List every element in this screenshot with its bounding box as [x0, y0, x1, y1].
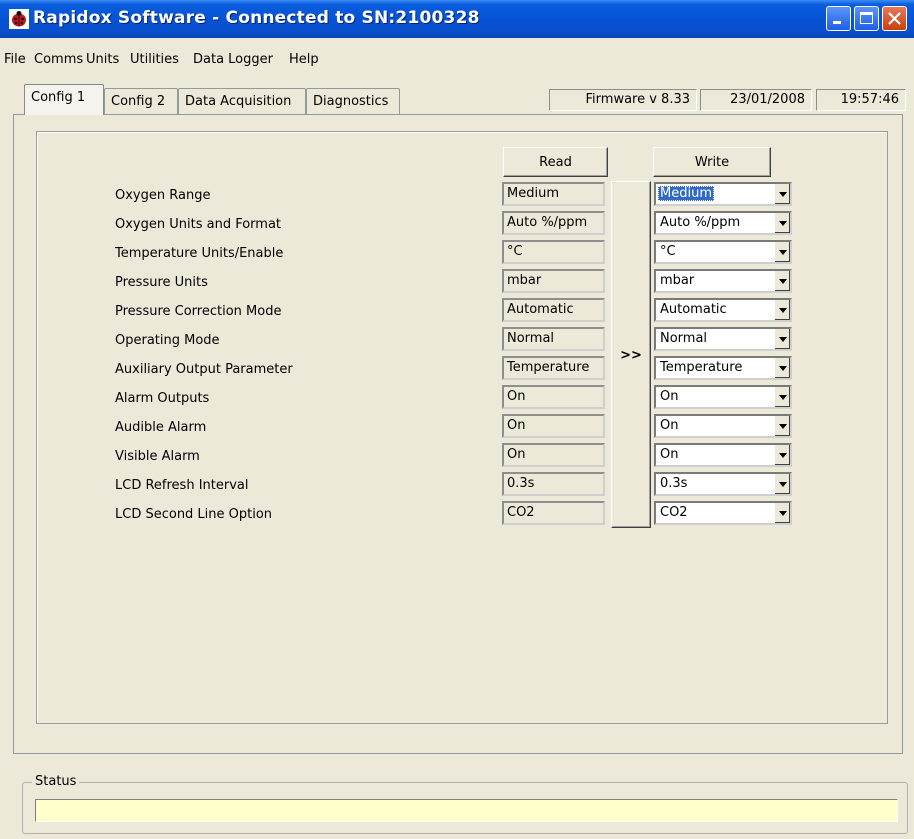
combo-value: °C	[660, 244, 676, 259]
combo-value: Temperature	[660, 360, 743, 375]
write-operating-mode-select[interactable]: Normal	[654, 327, 792, 351]
label-visible-alarm: Visible Alarm	[115, 449, 200, 464]
tab-config-2[interactable]: Config 2	[104, 88, 178, 114]
read-pressure-correction-mode: Automatic	[502, 298, 605, 322]
label-alarm-outputs: Alarm Outputs	[115, 391, 210, 406]
dropdown-arrow-icon[interactable]	[774, 184, 790, 204]
app-ladybug-icon[interactable]	[9, 9, 29, 29]
write-auxiliary-output-parameter-select[interactable]: Temperature	[654, 356, 792, 380]
menu-file[interactable]: File	[4, 52, 26, 67]
write-alarm-outputs-select[interactable]: On	[654, 385, 792, 409]
label-pressure-correction-mode: Pressure Correction Mode	[115, 304, 282, 319]
write-oxygen-units-format-select[interactable]: Auto %/ppm	[654, 211, 792, 235]
dropdown-arrow-icon[interactable]	[774, 474, 790, 494]
read-temperature-units: °C	[502, 240, 605, 264]
dropdown-arrow-icon[interactable]	[774, 387, 790, 407]
combo-value: Auto %/ppm	[660, 215, 741, 230]
write-oxygen-range-select[interactable]: Medium	[654, 182, 792, 206]
dropdown-arrow-icon[interactable]	[774, 416, 790, 436]
menu-bar: File Comms Units Utilities Data Logger H…	[0, 49, 914, 71]
combo-value: On	[660, 418, 679, 433]
label-operating-mode: Operating Mode	[115, 333, 220, 348]
minimize-button[interactable]	[826, 6, 851, 31]
combo-value: CO2	[660, 505, 688, 520]
combo-value: Normal	[660, 331, 708, 346]
read-button[interactable]: Read	[503, 147, 608, 177]
window-title: Rapidox Software - Connected to SN:21003…	[33, 8, 480, 28]
combo-value: mbar	[660, 273, 695, 288]
read-oxygen-units-format: Auto %/ppm	[502, 211, 605, 235]
tab-config-1[interactable]: Config 1	[24, 84, 104, 115]
read-auxiliary-output-parameter: Temperature	[502, 356, 605, 380]
write-temperature-units-select[interactable]: °C	[654, 240, 792, 264]
read-audible-alarm: On	[502, 414, 605, 438]
read-alarm-outputs: On	[502, 385, 605, 409]
read-visible-alarm: On	[502, 443, 605, 467]
read-lcd-second-line-option: CO2	[502, 501, 605, 525]
label-audible-alarm: Audible Alarm	[115, 420, 207, 435]
read-oxygen-range: Medium	[502, 182, 605, 206]
maximize-icon	[860, 12, 873, 24]
tab-diagnostics[interactable]: Diagnostics	[306, 88, 400, 114]
close-button[interactable]	[882, 6, 907, 31]
menu-comms[interactable]: Comms	[34, 52, 83, 67]
menu-utilities[interactable]: Utilities	[130, 52, 179, 67]
label-lcd-refresh-interval: LCD Refresh Interval	[115, 478, 249, 493]
label-pressure-units: Pressure Units	[115, 275, 208, 290]
dropdown-arrow-icon[interactable]	[774, 300, 790, 320]
label-oxygen-units-format: Oxygen Units and Format	[115, 217, 282, 232]
date-display: 23/01/2008	[700, 89, 812, 111]
combo-value: On	[660, 447, 679, 462]
write-lcd-refresh-interval-select[interactable]: 0.3s	[654, 472, 792, 496]
dropdown-arrow-icon[interactable]	[774, 445, 790, 465]
write-pressure-correction-mode-select[interactable]: Automatic	[654, 298, 792, 322]
combo-value: Medium	[658, 186, 714, 201]
dropdown-arrow-icon[interactable]	[774, 271, 790, 291]
tab-data-acquisition[interactable]: Data Acquisition	[178, 88, 306, 114]
label-auxiliary-output-parameter: Auxiliary Output Parameter	[115, 362, 293, 377]
close-icon	[888, 12, 901, 25]
label-temperature-units: Temperature Units/Enable	[115, 246, 284, 261]
label-oxygen-range: Oxygen Range	[115, 188, 211, 203]
write-visible-alarm-select[interactable]: On	[654, 443, 792, 467]
combo-value: On	[660, 389, 679, 404]
status-label: Status	[32, 774, 80, 789]
menu-data-logger[interactable]: Data Logger	[193, 52, 273, 67]
write-lcd-second-line-option-select[interactable]: CO2	[654, 501, 792, 525]
label-lcd-second-line-option: LCD Second Line Option	[115, 507, 273, 522]
time-display: 19:57:46	[816, 89, 906, 111]
dropdown-arrow-icon[interactable]	[774, 358, 790, 378]
combo-value: Automatic	[660, 302, 727, 317]
read-lcd-refresh-interval: 0.3s	[502, 472, 605, 496]
copy-read-to-write-button[interactable]: >>	[611, 181, 651, 528]
status-field	[35, 799, 898, 822]
write-audible-alarm-select[interactable]: On	[654, 414, 792, 438]
firmware-version: Firmware v 8.33	[549, 89, 697, 111]
dropdown-arrow-icon[interactable]	[774, 242, 790, 262]
dropdown-arrow-icon[interactable]	[774, 329, 790, 349]
write-pressure-units-select[interactable]: mbar	[654, 269, 792, 293]
write-button[interactable]: Write	[653, 147, 771, 177]
combo-value: 0.3s	[660, 476, 688, 491]
dropdown-arrow-icon[interactable]	[774, 503, 790, 523]
read-pressure-units: mbar	[502, 269, 605, 293]
menu-units[interactable]: Units	[86, 52, 119, 67]
read-operating-mode: Normal	[502, 327, 605, 351]
minimize-icon	[833, 21, 841, 24]
maximize-button[interactable]	[854, 6, 879, 31]
dropdown-arrow-icon[interactable]	[774, 213, 790, 233]
menu-help[interactable]: Help	[289, 52, 319, 67]
